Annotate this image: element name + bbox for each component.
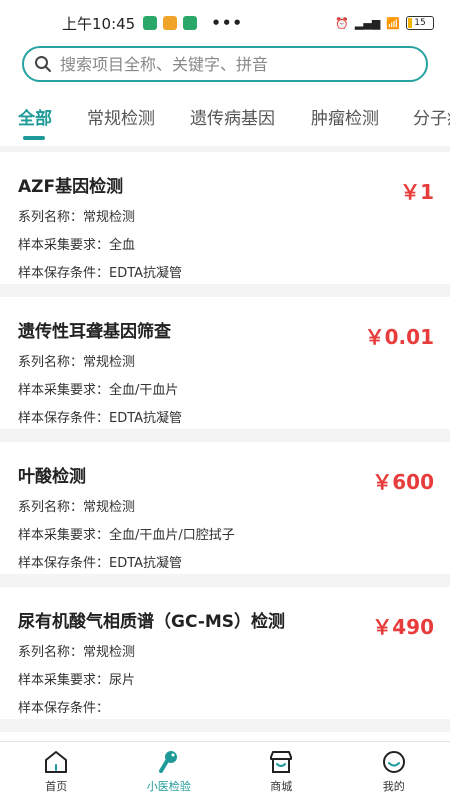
active-tab-indicator xyxy=(23,136,45,140)
nav-profile[interactable]: 我的 xyxy=(338,742,450,800)
product-series: 系列名称：常规检测 xyxy=(18,645,136,660)
battery-level: 15 xyxy=(414,18,426,28)
nav-shop[interactable]: 商城 xyxy=(225,742,338,800)
tab-routine[interactable]: 常规检测 xyxy=(87,104,155,129)
alarm-icon: ⏰ xyxy=(335,16,349,30)
status-bar: 上午10:45 ••• ⏰ ▂▄▆ 📶 15 xyxy=(0,0,450,46)
home-icon xyxy=(45,750,68,773)
search-bar[interactable] xyxy=(22,46,428,82)
search-icon xyxy=(35,56,51,72)
product-sample: 样本采集要求：全血 xyxy=(18,238,136,253)
wifi-icon: 📶 xyxy=(386,16,400,30)
category-tabs: 全部 常规检测 遗传病基因 肿瘤检测 分子病 xyxy=(0,84,450,144)
nav-home-label: 首页 xyxy=(45,779,68,793)
product-price: ￥490 xyxy=(372,615,434,639)
tab-tumor[interactable]: 肿瘤检测 xyxy=(311,104,379,129)
product-card[interactable]: 叶酸检测 ￥600 系列名称：常规检测 样本采集要求：全血/干血片/口腔拭子 样… xyxy=(0,442,450,574)
product-card[interactable]: 尿有机酸气相质谱（GC-MS）检测 ￥490 系列名称：常规检测 样本采集要求：… xyxy=(0,587,450,719)
shield-app-icon xyxy=(143,16,158,30)
test-icon xyxy=(158,750,177,773)
product-storage: 样本保存条件： xyxy=(18,701,110,716)
product-card[interactable]: AZF基因检测 ￥1 系列名称：常规检测 样本采集要求：全血 样本保存条件：ED… xyxy=(0,152,450,284)
product-series: 系列名称：常规检测 xyxy=(18,355,136,370)
tab-molecular[interactable]: 分子病 xyxy=(413,104,450,129)
product-storage: 样本保存条件：EDTA抗凝管 xyxy=(18,411,183,426)
tab-genetic[interactable]: 遗传病基因 xyxy=(190,104,275,129)
more-dots-icon: ••• xyxy=(211,14,243,32)
tab-all[interactable]: 全部 xyxy=(18,104,52,129)
shield-app-icon-2 xyxy=(183,16,198,30)
product-sample: 样本采集要求：尿片 xyxy=(18,673,136,688)
message-app-icon xyxy=(163,16,178,30)
product-price: ￥1 xyxy=(400,180,434,204)
nav-test[interactable]: 小医检验 xyxy=(113,742,226,800)
product-storage: 样本保存条件：EDTA抗凝管 xyxy=(18,266,183,281)
battery-icon: 15 xyxy=(406,16,434,30)
nav-profile-label: 我的 xyxy=(382,779,405,793)
status-time: 上午10:45 xyxy=(62,14,136,33)
header: 上午10:45 ••• ⏰ ▂▄▆ 📶 15 全部 常规检测 遗传病基因 肿瘤检… xyxy=(0,0,450,146)
product-sample: 样本采集要求：全血/干血片 xyxy=(18,383,179,398)
signal-icon: ▂▄▆ xyxy=(354,16,381,30)
product-price: ￥600 xyxy=(372,470,434,494)
nav-shop-label: 商城 xyxy=(270,779,293,793)
product-price: ￥0.01 xyxy=(364,325,434,349)
product-card[interactable]: 遗传性耳聋基因筛查 ￥0.01 系列名称：常规检测 样本采集要求：全血/干血片 … xyxy=(0,297,450,429)
product-series: 系列名称：常规检测 xyxy=(18,210,136,225)
product-name: AZF基因检测 xyxy=(18,177,124,197)
profile-icon xyxy=(382,750,405,773)
nav-home[interactable]: 首页 xyxy=(0,742,113,800)
search-input[interactable] xyxy=(58,53,416,75)
product-list: AZF基因检测 ￥1 系列名称：常规检测 样本采集要求：全血 样本保存条件：ED… xyxy=(0,152,450,744)
shop-icon xyxy=(270,750,293,773)
product-storage: 样本保存条件：EDTA抗凝管 xyxy=(18,556,183,571)
bottom-nav: 首页 小医检验 商城 我的 xyxy=(0,741,450,800)
product-series: 系列名称：常规检测 xyxy=(18,500,136,515)
product-sample: 样本采集要求：全血/干血片/口腔拭子 xyxy=(18,528,235,543)
nav-test-label: 小医检验 xyxy=(146,779,191,793)
